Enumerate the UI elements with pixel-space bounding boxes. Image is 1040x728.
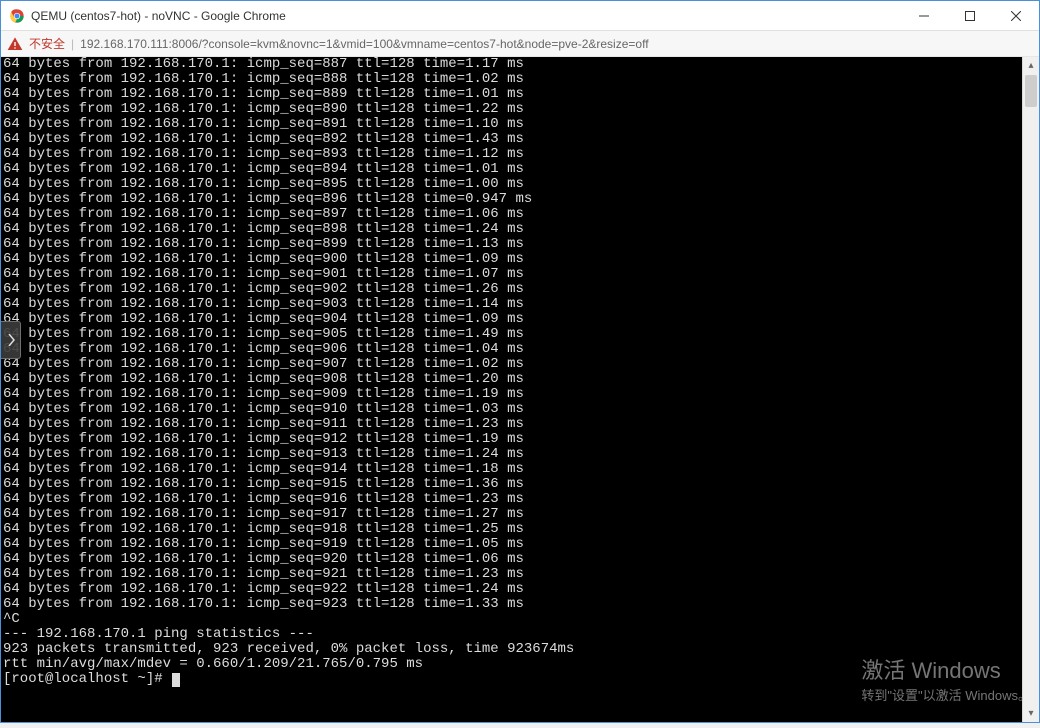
terminal-line: 64 bytes from 192.168.170.1: icmp_seq=91… bbox=[3, 477, 1037, 492]
terminal-line: 64 bytes from 192.168.170.1: icmp_seq=89… bbox=[3, 162, 1037, 177]
terminal-line: 64 bytes from 192.168.170.1: icmp_seq=91… bbox=[3, 417, 1037, 432]
terminal-line: 64 bytes from 192.168.170.1: icmp_seq=90… bbox=[3, 387, 1037, 402]
terminal-line: 64 bytes from 192.168.170.1: icmp_seq=91… bbox=[3, 432, 1037, 447]
titlebar[interactable]: QEMU (centos7-hot) - noVNC - Google Chro… bbox=[1, 1, 1039, 31]
vnc-terminal[interactable]: 64 bytes from 192.168.170.1: icmp_seq=88… bbox=[1, 57, 1039, 722]
terminal-line: 64 bytes from 192.168.170.1: icmp_seq=90… bbox=[3, 282, 1037, 297]
terminal-line: 64 bytes from 192.168.170.1: icmp_seq=89… bbox=[3, 147, 1037, 162]
terminal-line: 64 bytes from 192.168.170.1: icmp_seq=91… bbox=[3, 507, 1037, 522]
scroll-up-button[interactable]: ▴ bbox=[1023, 57, 1039, 74]
terminal-line: 64 bytes from 192.168.170.1: icmp_seq=89… bbox=[3, 117, 1037, 132]
chrome-app-window: QEMU (centos7-hot) - noVNC - Google Chro… bbox=[0, 0, 1040, 723]
novnc-side-handle[interactable] bbox=[1, 321, 21, 359]
terminal-line: 64 bytes from 192.168.170.1: icmp_seq=92… bbox=[3, 582, 1037, 597]
address-separator: | bbox=[71, 37, 74, 51]
terminal-line: 64 bytes from 192.168.170.1: icmp_seq=92… bbox=[3, 597, 1037, 612]
terminal-line: 64 bytes from 192.168.170.1: icmp_seq=91… bbox=[3, 522, 1037, 537]
terminal-line: 64 bytes from 192.168.170.1: icmp_seq=90… bbox=[3, 267, 1037, 282]
maximize-button[interactable] bbox=[947, 1, 993, 31]
terminal-line: 923 packets transmitted, 923 received, 0… bbox=[3, 642, 1037, 657]
terminal-line: 64 bytes from 192.168.170.1: icmp_seq=88… bbox=[3, 72, 1037, 87]
terminal-line: --- 192.168.170.1 ping statistics --- bbox=[3, 627, 1037, 642]
terminal-line: 64 bytes from 192.168.170.1: icmp_seq=88… bbox=[3, 57, 1037, 72]
terminal-line: 64 bytes from 192.168.170.1: icmp_seq=89… bbox=[3, 177, 1037, 192]
scroll-down-button[interactable]: ▾ bbox=[1023, 705, 1039, 722]
terminal-line: 64 bytes from 192.168.170.1: icmp_seq=89… bbox=[3, 207, 1037, 222]
terminal-line: 64 bytes from 192.168.170.1: icmp_seq=89… bbox=[3, 102, 1037, 117]
close-button[interactable] bbox=[993, 1, 1039, 31]
terminal-line: 64 bytes from 192.168.170.1: icmp_seq=91… bbox=[3, 402, 1037, 417]
terminal-line: 64 bytes from 192.168.170.1: icmp_seq=90… bbox=[3, 252, 1037, 267]
terminal-line: 64 bytes from 192.168.170.1: icmp_seq=91… bbox=[3, 447, 1037, 462]
terminal-line: 64 bytes from 192.168.170.1: icmp_seq=91… bbox=[3, 462, 1037, 477]
terminal-line: 64 bytes from 192.168.170.1: icmp_seq=90… bbox=[3, 342, 1037, 357]
terminal-line: 64 bytes from 192.168.170.1: icmp_seq=92… bbox=[3, 552, 1037, 567]
insecure-warning-icon bbox=[7, 36, 23, 52]
address-bar[interactable]: 不安全 | 192.168.170.111:8006/?console=kvm&… bbox=[1, 31, 1039, 57]
terminal-line: 64 bytes from 192.168.170.1: icmp_seq=89… bbox=[3, 192, 1037, 207]
window-title: QEMU (centos7-hot) - noVNC - Google Chro… bbox=[31, 9, 901, 23]
chrome-icon bbox=[9, 8, 25, 24]
terminal-line: 64 bytes from 192.168.170.1: icmp_seq=90… bbox=[3, 357, 1037, 372]
terminal-line: 64 bytes from 192.168.170.1: icmp_seq=90… bbox=[3, 327, 1037, 342]
url-display[interactable]: 192.168.170.111:8006/?console=kvm&novnc=… bbox=[80, 37, 1033, 51]
terminal-line: 64 bytes from 192.168.170.1: icmp_seq=90… bbox=[3, 372, 1037, 387]
scroll-thumb[interactable] bbox=[1025, 75, 1037, 107]
cursor bbox=[172, 673, 180, 687]
insecure-label: 不安全 bbox=[29, 35, 65, 52]
terminal-line: rtt min/avg/max/mdev = 0.660/1.209/21.76… bbox=[3, 657, 1037, 672]
terminal-line: 64 bytes from 192.168.170.1: icmp_seq=89… bbox=[3, 222, 1037, 237]
terminal-line: 64 bytes from 192.168.170.1: icmp_seq=90… bbox=[3, 312, 1037, 327]
terminal-line: 64 bytes from 192.168.170.1: icmp_seq=89… bbox=[3, 237, 1037, 252]
terminal-line: 64 bytes from 192.168.170.1: icmp_seq=91… bbox=[3, 537, 1037, 552]
shell-prompt[interactable]: [root@localhost ~]# bbox=[3, 672, 1037, 687]
vertical-scrollbar[interactable]: ▴ ▾ bbox=[1022, 57, 1039, 722]
terminal-line: ^C bbox=[3, 612, 1037, 627]
terminal-line: 64 bytes from 192.168.170.1: icmp_seq=90… bbox=[3, 297, 1037, 312]
terminal-line: 64 bytes from 192.168.170.1: icmp_seq=92… bbox=[3, 567, 1037, 582]
terminal-line: 64 bytes from 192.168.170.1: icmp_seq=89… bbox=[3, 132, 1037, 147]
minimize-button[interactable] bbox=[901, 1, 947, 31]
terminal-line: 64 bytes from 192.168.170.1: icmp_seq=91… bbox=[3, 492, 1037, 507]
terminal-line: 64 bytes from 192.168.170.1: icmp_seq=88… bbox=[3, 87, 1037, 102]
